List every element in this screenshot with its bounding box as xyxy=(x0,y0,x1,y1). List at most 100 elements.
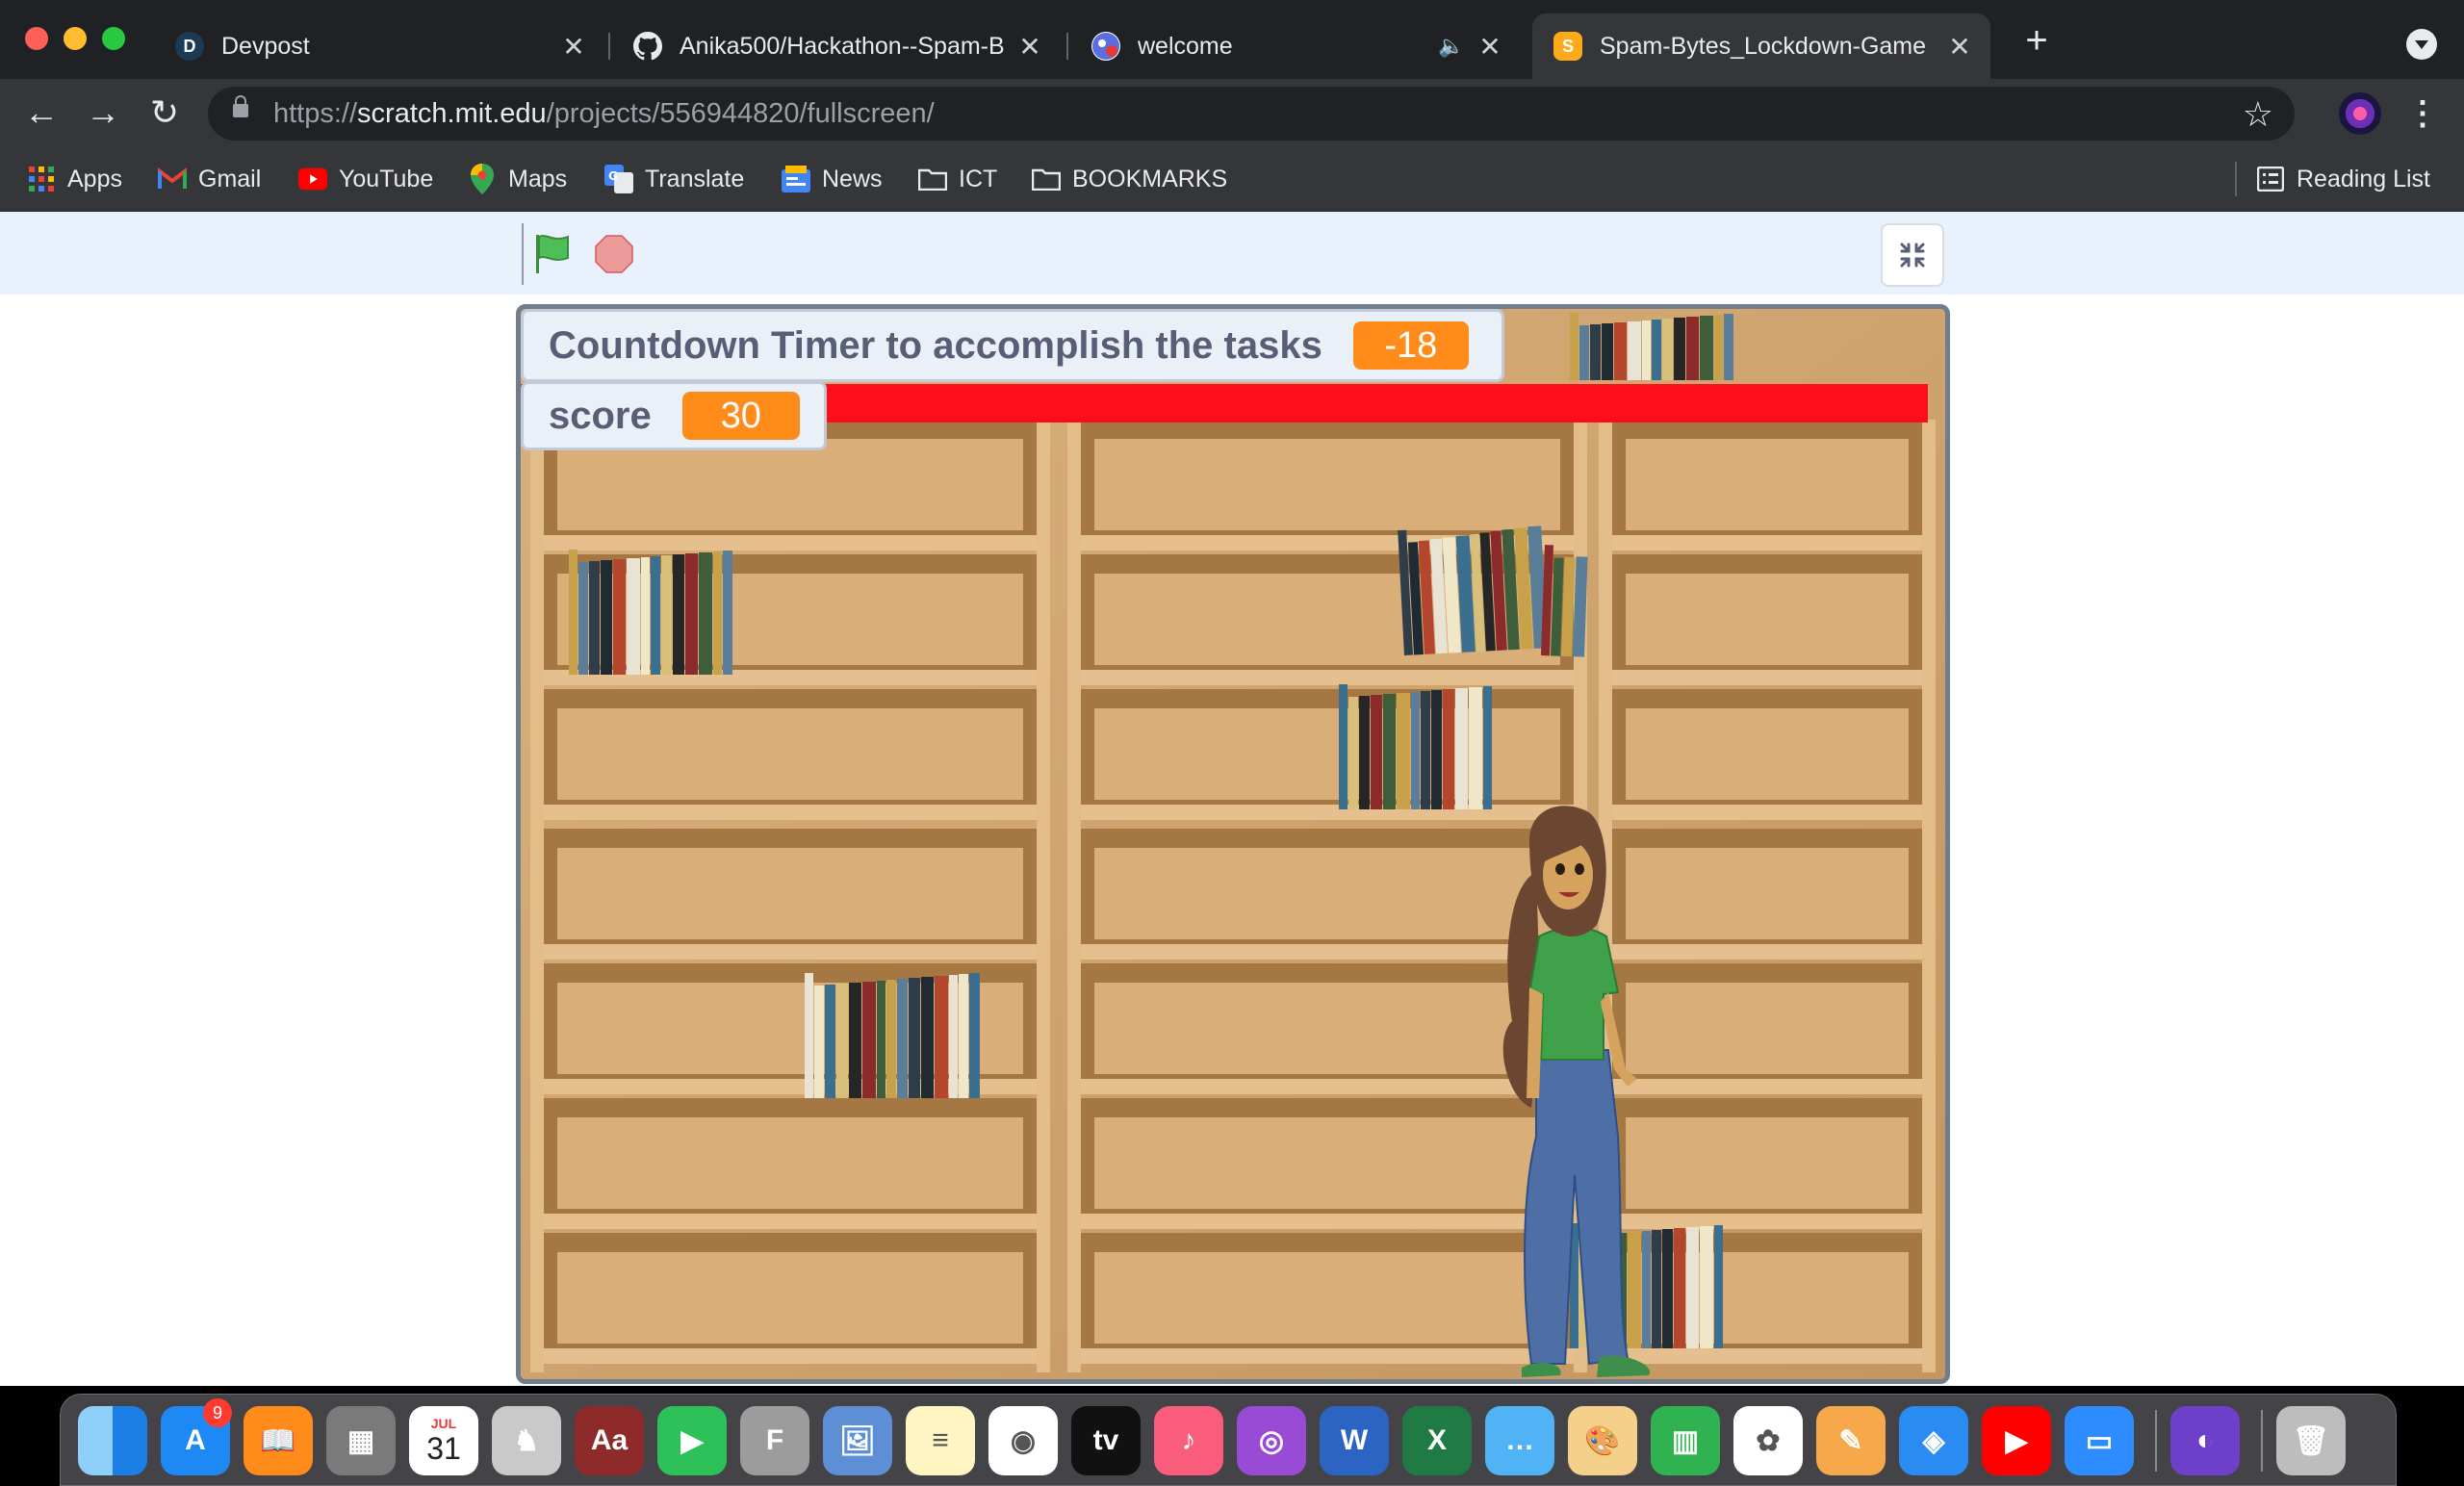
gmail-icon xyxy=(158,165,187,193)
bookmark-folder-ict[interactable]: ICT xyxy=(918,160,997,198)
book-spine xyxy=(1662,1229,1673,1348)
book-spine xyxy=(1359,696,1370,809)
tab-github[interactable]: Anika500/Hackathon--Spam-B ✕ xyxy=(612,13,1061,79)
book-spine xyxy=(1714,315,1723,380)
book-spine xyxy=(578,562,588,675)
font-book-icon[interactable]: F xyxy=(740,1406,809,1475)
book-spine xyxy=(1662,319,1673,380)
forward-button[interactable]: → xyxy=(81,90,125,135)
numbers-icon[interactable]: ▥ xyxy=(1651,1406,1720,1475)
book-spine xyxy=(1431,690,1442,809)
tab-search-button[interactable] xyxy=(2406,29,2437,60)
tab-close-icon[interactable]: ✕ xyxy=(1940,31,1979,63)
excel-icon[interactable]: X xyxy=(1402,1406,1472,1475)
profile-avatar[interactable] xyxy=(2339,92,2381,135)
book-spine xyxy=(1642,320,1651,380)
bookmark-translate[interactable]: G Translate xyxy=(604,160,744,198)
tab-close-icon[interactable]: ✕ xyxy=(554,31,593,63)
messages-icon[interactable]: … xyxy=(1485,1406,1554,1475)
tab-close-icon[interactable]: ✕ xyxy=(1471,31,1509,63)
dictionary-icon[interactable]: Aa xyxy=(575,1406,644,1475)
shelf-board xyxy=(1599,805,1936,820)
bookmark-star-icon[interactable]: ☆ xyxy=(2243,94,2273,135)
chess-icon[interactable]: ♞ xyxy=(492,1406,561,1475)
shelf-upright xyxy=(1037,420,1050,1372)
close-window-button[interactable] xyxy=(25,27,48,50)
book-spine xyxy=(935,976,948,1098)
exit-fullscreen-button[interactable] xyxy=(1881,223,1944,287)
book-spine xyxy=(849,983,861,1098)
back-button[interactable]: ← xyxy=(19,90,64,135)
address-bar[interactable]: https://scratch.mit.edu/projects/5569448… xyxy=(208,87,2295,141)
tab-title: welcome xyxy=(1138,32,1233,60)
facetime-icon[interactable]: ▶ xyxy=(657,1406,727,1475)
word-icon[interactable]: W xyxy=(1320,1406,1389,1475)
shelf-board xyxy=(530,944,1050,960)
lock-icon[interactable] xyxy=(233,95,248,117)
green-flag-icon[interactable] xyxy=(533,233,572,275)
tab-welcome[interactable]: welcome 🔈 ✕ xyxy=(1070,13,1521,79)
safari-icon[interactable]: ◈ xyxy=(1899,1406,1968,1475)
kebab-menu-icon[interactable]: ⋮ xyxy=(2406,92,2439,135)
finder-icon[interactable] xyxy=(78,1406,147,1475)
bookmark-youtube[interactable]: YouTube xyxy=(298,160,433,198)
tab-devpost[interactable]: D Devpost ✕ xyxy=(154,13,604,79)
calendar-icon[interactable]: JUL 31 xyxy=(409,1406,478,1475)
book-spine xyxy=(949,975,958,1098)
speaker-icon[interactable]: 🔈 xyxy=(1432,34,1471,59)
shelf-board xyxy=(530,805,1050,820)
youtube-music-icon[interactable]: ▶ xyxy=(1982,1406,2051,1475)
book-spine xyxy=(685,553,698,675)
project-stage[interactable]: Countdown Timer to accomplish the tasks … xyxy=(516,304,1950,1384)
maps-icon xyxy=(468,164,497,194)
preview-icon[interactable]: 🖼 xyxy=(823,1406,892,1475)
tab-divider xyxy=(1066,33,1068,60)
book-spine xyxy=(959,974,968,1098)
chrome-icon[interactable]: ◉ xyxy=(988,1406,1058,1475)
url-text[interactable]: https://scratch.mit.edu/projects/5569448… xyxy=(273,98,935,130)
reload-button[interactable]: ↻ xyxy=(142,90,187,135)
book-spine xyxy=(1602,323,1613,380)
book-spine xyxy=(1724,314,1733,380)
reading-list-button[interactable]: Reading List xyxy=(2256,160,2430,198)
zoom-window-button[interactable] xyxy=(102,27,125,50)
art-icon[interactable]: 🎨 xyxy=(1568,1406,1637,1475)
bookmark-gmail[interactable]: Gmail xyxy=(158,160,261,198)
book-spine xyxy=(1674,1228,1685,1348)
score-monitor[interactable]: score 30 xyxy=(521,381,827,450)
shelf-back-panel xyxy=(557,1252,1023,1344)
apps-grid-icon xyxy=(27,165,56,193)
book-spine xyxy=(613,559,626,675)
apple-tv-icon[interactable]: tv xyxy=(1071,1406,1141,1475)
trash-icon[interactable]: 🗑 xyxy=(2276,1406,2346,1475)
shelf-back-panel xyxy=(1626,574,1909,665)
photos-icon[interactable]: ✿ xyxy=(1733,1406,1803,1475)
music-icon[interactable]: ♪ xyxy=(1154,1406,1223,1475)
stop-sign-icon[interactable] xyxy=(595,235,633,273)
book-spine xyxy=(601,560,612,675)
svg-text:G: G xyxy=(608,169,618,183)
book-spine xyxy=(1700,1226,1713,1348)
tab-close-icon[interactable]: ✕ xyxy=(1011,31,1049,63)
bookmark-label: Maps xyxy=(508,165,568,192)
podcasts-icon[interactable]: ◎ xyxy=(1237,1406,1306,1475)
calculator-icon[interactable]: ▦ xyxy=(326,1406,396,1475)
bookmark-maps[interactable]: Maps xyxy=(468,160,567,198)
zoom-icon[interactable]: ▭ xyxy=(2065,1406,2134,1475)
book-spine xyxy=(877,981,886,1098)
bookmark-news[interactable]: News xyxy=(782,160,883,198)
book-spine xyxy=(1455,688,1468,809)
books-icon[interactable]: 📖 xyxy=(244,1406,313,1475)
reading-list-icon xyxy=(2256,165,2285,193)
bookmark-apps[interactable]: Apps xyxy=(27,160,122,198)
shelf-board xyxy=(1067,805,1587,820)
pages-icon[interactable]: ✎ xyxy=(1816,1406,1886,1475)
notes-icon[interactable]: ≡ xyxy=(906,1406,975,1475)
new-tab-button[interactable]: + xyxy=(2017,21,2056,60)
github-desktop-icon[interactable]: ◐ xyxy=(2170,1406,2240,1475)
minimize-window-button[interactable] xyxy=(64,27,87,50)
bookmark-folder-bookmarks[interactable]: BOOKMARKS xyxy=(1032,160,1227,198)
timer-monitor[interactable]: Countdown Timer to accomplish the tasks … xyxy=(521,309,1504,382)
shelf-board xyxy=(1599,1214,1936,1229)
tab-scratch-project[interactable]: S Spam-Bytes_Lockdown-Game ✕ xyxy=(1532,13,1990,79)
